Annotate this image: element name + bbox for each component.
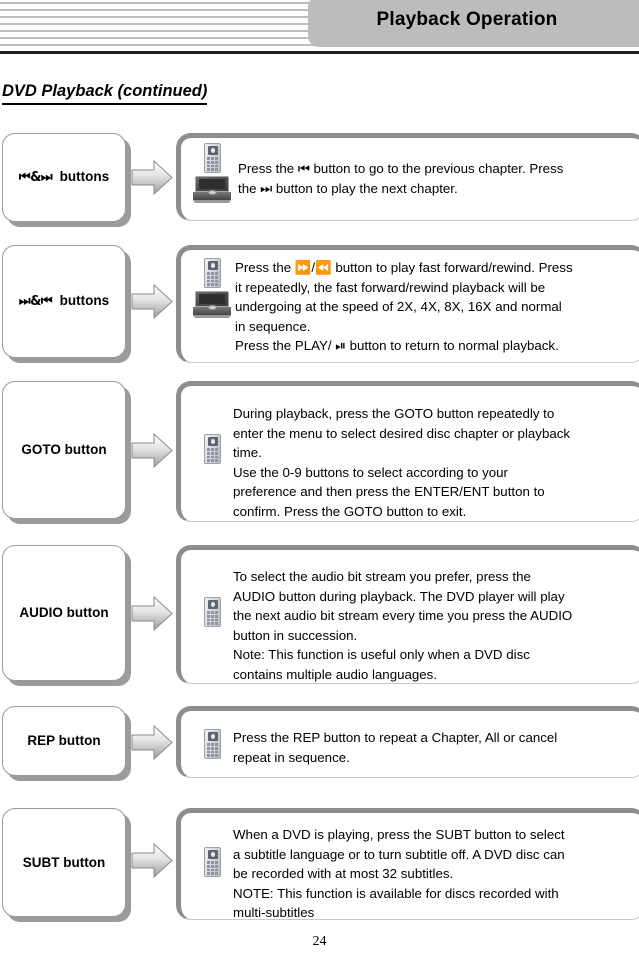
remote-control-icon <box>203 143 221 173</box>
arrow-icon-audio <box>131 595 174 632</box>
label-text-ff-rew: ⏭&⏮ buttons <box>18 293 110 309</box>
text-line: repeat in sequence. <box>233 749 350 765</box>
body-text-ff-rew: Press the ⏩/⏪ button to play fast forwar… <box>235 258 638 356</box>
body-text-goto: During playback, press the GOTO button r… <box>233 404 637 521</box>
label-box-goto[interactable]: GOTO button <box>2 381 126 519</box>
arrow-icon-goto <box>131 432 174 469</box>
remote-control-icon <box>203 258 221 288</box>
header-stripes <box>0 2 323 46</box>
body-text-prev-next: Press the ⏮ button to go to the previous… <box>238 159 638 198</box>
arrow-icon-prev-next <box>131 159 174 196</box>
row-fast-forward-rewind: ⏭&⏮ buttons Press the ⏩/⏪ button to play… <box>0 245 639 367</box>
text-line: NOTE: This function is available for dis… <box>233 885 559 901</box>
text-line: Press the ⏩/⏪ button to play fast forwar… <box>235 260 573 275</box>
label-text-rep: REP button <box>27 733 101 748</box>
text-line: undergoing at the speed of 2X, 4X, 8X, 1… <box>235 299 562 314</box>
content-box-audio: To select the audio bit stream you prefe… <box>176 545 639 684</box>
text-line: Use the 0-9 buttons to select according … <box>233 464 508 480</box>
remote-control-icon <box>203 729 221 759</box>
content-box-subt: When a DVD is playing, press the SUBT bu… <box>176 808 639 920</box>
text-line: in sequence. <box>235 318 311 334</box>
body-text-rep: Press the REP button to repeat a Chapter… <box>233 728 637 767</box>
device-icons-audio <box>189 597 235 627</box>
section-heading: DVD Playback (continued) <box>2 81 208 105</box>
text-line: button in succession. <box>233 627 358 643</box>
arrow-icon-subt <box>131 842 174 879</box>
device-icons-subt <box>189 847 235 877</box>
device-icons-prev-next <box>189 143 235 203</box>
header-tab: Playback Operation <box>308 0 639 47</box>
text-line: be recorded with at most 32 subtitles. <box>233 866 454 881</box>
remote-control-icon <box>203 597 221 627</box>
text-line: Note: This function is useful only when … <box>233 647 530 662</box>
text-line: the next audio bit stream every time you… <box>233 608 573 623</box>
text-line: a subtitle language or to turn subtitle … <box>233 846 565 862</box>
text-line: the ⏭ button to play the next chapter. <box>238 180 458 196</box>
label-box-prev-next[interactable]: ⏮&⏭ buttons <box>2 133 126 222</box>
text-line: Press the PLAY/ ⏯ button to return to no… <box>235 338 559 353</box>
text-line: To select the audio bit stream you prefe… <box>233 569 531 584</box>
row-audio: AUDIO button To select the audio bit str… <box>0 545 639 688</box>
label-text-subt: SUBT button <box>22 854 106 870</box>
text-line: it repeatedly, the fast forward/rewind p… <box>235 279 546 295</box>
row-goto: GOTO button During playback, press the G… <box>0 381 639 526</box>
device-icons-ff-rew <box>189 258 235 318</box>
remote-control-icon <box>203 847 221 877</box>
label-box-subt[interactable]: SUBT button <box>2 808 126 917</box>
content-box-ff-rew: Press the ⏩/⏪ button to play fast forwar… <box>176 245 639 363</box>
row-prev-next-chapter: ⏮&⏭ buttons Press the ⏮ button to go to … <box>0 133 639 231</box>
device-icons-rep <box>189 729 235 759</box>
label-box-rep[interactable]: REP button <box>2 706 126 776</box>
text-line: During playback, press the GOTO button r… <box>233 406 555 421</box>
label-text-prev-next: ⏮&⏭ buttons <box>18 169 110 185</box>
content-box-goto: During playback, press the GOTO button r… <box>176 381 639 522</box>
content-box-prev-next: Press the ⏮ button to go to the previous… <box>176 133 639 221</box>
content-box-rep: Press the REP button to repeat a Chapter… <box>176 706 639 778</box>
text-line: AUDIO button during playback. The DVD pl… <box>233 588 565 604</box>
dvd-player-icon <box>193 176 231 203</box>
page-number: 24 <box>312 934 327 949</box>
remote-control-icon <box>203 434 221 464</box>
label-box-audio[interactable]: AUDIO button <box>2 545 126 681</box>
body-text-subt: When a DVD is playing, press the SUBT bu… <box>233 825 637 920</box>
body-text-audio: To select the audio bit stream you prefe… <box>233 567 637 683</box>
row-rep: REP button Press the REP button to repea… <box>0 706 639 784</box>
text-line: confirm. Press the GOTO button to exit. <box>233 503 467 519</box>
arrow-icon-ff-rew <box>131 283 174 320</box>
text-line: When a DVD is playing, press the SUBT bu… <box>233 827 565 842</box>
header-divider <box>0 51 639 54</box>
text-line: preference and then press the ENTER/ENT … <box>233 484 545 499</box>
label-box-ff-rew[interactable]: ⏭&⏮ buttons <box>2 245 126 358</box>
dvd-player-icon <box>193 291 231 318</box>
text-line: contains multiple audio languages. <box>233 666 438 682</box>
label-text-goto: GOTO button <box>21 442 107 457</box>
text-line: multi-subtitles <box>233 905 315 920</box>
page-header: Playback Operation <box>0 0 639 56</box>
text-line: time. <box>233 445 262 460</box>
text-line: Press the REP button to repeat a Chapter… <box>233 730 558 745</box>
text-line: Press the ⏮ button to go to the previous… <box>238 161 564 176</box>
row-subt: SUBT button When a DVD is playing, press… <box>0 808 639 926</box>
text-line: enter the menu to select desired disc ch… <box>233 425 571 441</box>
label-text-audio: AUDIO button <box>19 605 109 620</box>
arrow-icon-rep <box>131 724 174 761</box>
device-icons-goto <box>189 434 235 464</box>
page-title: Playback Operation <box>376 9 558 30</box>
